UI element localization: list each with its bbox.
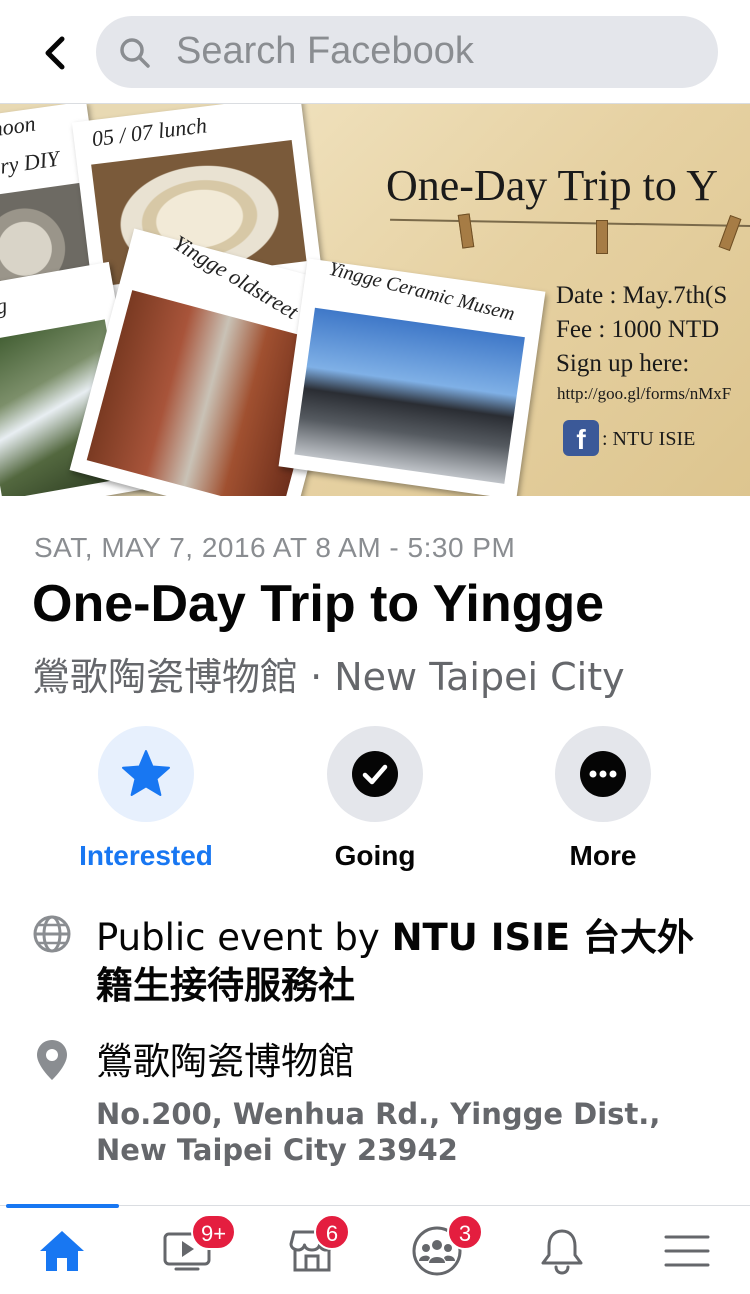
event-host: Public event by NTU ISIE 台大外 籍生接待服務社: [96, 914, 694, 1010]
home-icon: [40, 1230, 84, 1271]
tab-home[interactable]: [0, 1206, 124, 1294]
interested-button[interactable]: [98, 726, 194, 822]
cover-photo-caption: ng: [0, 292, 9, 321]
cover-photo-caption: tery DIY: [0, 145, 61, 181]
event-title: One-Day Trip to Yingge: [32, 575, 605, 633]
venue-name[interactable]: 鶯歌陶瓷博物館: [96, 1038, 355, 1086]
marketplace-badge: 6: [314, 1214, 350, 1250]
chevron-left-icon: [45, 36, 65, 70]
tab-marketplace[interactable]: 6: [250, 1206, 374, 1294]
groups-badge: 3: [447, 1214, 483, 1250]
cover-photo-caption: rnoon: [0, 110, 37, 143]
going-label[interactable]: Going: [285, 840, 465, 872]
cover-photo-caption: 05 / 07 lunch: [90, 112, 209, 152]
event-cover-image[interactable]: rnoon tery DIY 05 / 07 lunch ng Yingge o…: [0, 104, 750, 496]
tab-menu[interactable]: [625, 1206, 749, 1294]
venue-address[interactable]: No.200, Wenhua Rd., Yingge Dist., New Ta…: [96, 1096, 716, 1168]
cover-clothespin: [596, 220, 608, 254]
event-datetime: SAT, MAY 7, 2016 AT 8 AM - 5:30 PM: [34, 532, 516, 563]
facebook-logo-icon: f: [563, 420, 599, 456]
bottom-tab-bar: 9+ 6 3: [0, 1204, 750, 1294]
cover-url: http://goo.gl/forms/nMxF: [557, 384, 732, 403]
location-pin-icon: [37, 1040, 67, 1080]
back-button[interactable]: [30, 30, 80, 76]
cover-date-line: Date : May.7th(S: [556, 282, 728, 309]
host-name-link-line2[interactable]: 籍生接待服務社: [96, 964, 355, 1007]
interested-label[interactable]: Interested: [56, 840, 236, 872]
more-label[interactable]: More: [513, 840, 693, 872]
event-location[interactable]: 鶯歌陶瓷博物館 · New Taipei City: [32, 646, 625, 701]
more-dots-icon: [580, 751, 626, 797]
cover-title: One-Day Trip to Y: [386, 161, 719, 210]
menu-icon: [664, 1235, 710, 1266]
search-icon: [120, 38, 150, 68]
globe-icon: [33, 915, 71, 953]
cover-signup-line: Sign up here:: [556, 350, 690, 377]
tab-groups[interactable]: 3: [375, 1206, 499, 1294]
search-input[interactable]: Search Facebook: [96, 16, 718, 88]
bell-icon: [541, 1229, 583, 1275]
cover-fb-page: : NTU ISIE: [602, 428, 696, 450]
cover-fee-line: Fee : 1000 NTD: [556, 316, 720, 343]
host-name-link[interactable]: NTU ISIE 台大外: [392, 916, 694, 959]
going-button[interactable]: [327, 726, 423, 822]
tab-watch[interactable]: 9+: [125, 1206, 249, 1294]
check-circle-icon: [352, 751, 398, 797]
more-button[interactable]: [555, 726, 651, 822]
host-prefix: Public event by: [96, 916, 392, 959]
cover-photo-ceramic-museum: Yingge Ceramic Musem: [278, 258, 546, 496]
star-icon: [122, 750, 170, 796]
top-bar: Search Facebook: [0, 0, 750, 104]
search-placeholder: Search Facebook: [176, 30, 474, 72]
watch-badge: 9+: [191, 1214, 237, 1250]
tab-notifications[interactable]: [500, 1206, 624, 1294]
